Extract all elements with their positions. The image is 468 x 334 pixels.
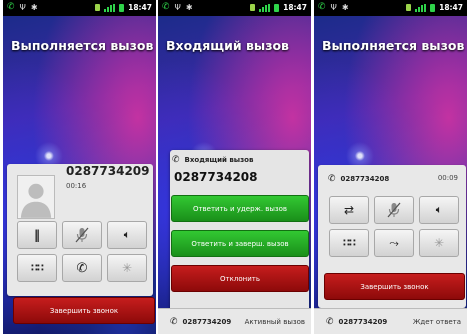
usb-icon: Ψ	[174, 2, 181, 12]
phone-screen-two-calls: ✆ Ψ ✱ 18:47 Выполняется вызов ✆ 02877342…	[314, 0, 467, 334]
bluetooth-icon: ✳︎	[433, 236, 445, 250]
contact-avatar	[17, 175, 55, 219]
mute-button[interactable]	[62, 221, 102, 249]
end-call-button[interactable]: Завершить звонок	[13, 297, 155, 324]
status-time: 18:47	[128, 3, 152, 12]
swap-icon: ⇄	[343, 203, 355, 217]
call-indicator-icon: ✆	[7, 2, 15, 12]
speaker-button[interactable]: 🔈︎	[107, 221, 147, 249]
active-call-status: Активный вызов	[244, 317, 305, 326]
dialpad-button[interactable]: ∷∷	[329, 229, 369, 257]
call-duration: 00:09	[437, 174, 458, 182]
debug-icon: ✱	[341, 2, 349, 12]
current-call-number: 0287734208	[340, 175, 390, 183]
sim-icon	[95, 4, 101, 11]
speaker-button[interactable]: 🔈︎	[419, 196, 459, 224]
call-indicator-icon: ✆	[318, 2, 326, 12]
call-state-title: Входящий вызов	[166, 38, 289, 53]
active-call-bar[interactable]: ✆ 0287734209 Активный вызов	[158, 308, 311, 334]
signal-icon	[104, 3, 116, 12]
in-call-controls: ⇄ 🔈︎ ∷∷ ⤳ ✳︎	[329, 196, 459, 257]
in-call-controls: ‖ 🔈︎ ∷∷ ✆︎ ✳︎	[17, 221, 147, 282]
answer-hold-button[interactable]: Ответить и удерж. вызов	[171, 195, 309, 222]
add-call-button[interactable]: ✆︎	[62, 254, 102, 282]
sim-icon	[406, 4, 412, 11]
phone-icon: ✆	[170, 316, 178, 327]
sim-icon	[250, 4, 256, 11]
mic-off-icon	[387, 202, 401, 218]
dialpad-button[interactable]: ∷∷	[17, 254, 57, 282]
debug-icon: ✱	[30, 2, 38, 12]
merge-button[interactable]: ⤳	[374, 229, 414, 257]
incoming-call-header: ✆ Входящий вызов	[172, 155, 253, 165]
phone-icon: ✆	[172, 155, 180, 165]
merge-icon: ⤳	[389, 235, 399, 250]
bluetooth-icon: ✳︎	[121, 261, 133, 275]
swap-button[interactable]: ⇄	[329, 196, 369, 224]
status-bar: ✆ Ψ ✱ 18:47	[3, 0, 156, 16]
battery-icon	[430, 3, 436, 12]
call-state-title: Выполняется вызов	[11, 38, 154, 53]
call-duration: 00:16	[66, 182, 87, 190]
bluetooth-button[interactable]: ✳︎	[107, 254, 147, 282]
usb-icon: Ψ	[19, 2, 26, 12]
person-silhouette-icon	[18, 176, 54, 218]
held-call-number: 0287734209	[338, 317, 388, 326]
status-bar: ✆ Ψ ✱ 18:47	[158, 0, 311, 16]
call-indicator-icon: ✆	[162, 2, 170, 12]
hold-button[interactable]: ‖	[17, 221, 57, 249]
call-state-title: Выполняется вызов	[322, 38, 465, 53]
held-call-bar[interactable]: ✆ 0287734209 Ждет ответа	[314, 308, 467, 334]
pause-icon: ‖	[34, 228, 40, 242]
phone-icon: ✆	[328, 174, 336, 184]
signal-icon	[415, 3, 427, 12]
active-call-number: 0287734209	[182, 317, 232, 326]
battery-icon	[119, 3, 125, 12]
phone-icon: ✆	[326, 316, 334, 327]
dialpad-icon: ∷∷	[31, 262, 44, 274]
status-bar: ✆ Ψ ✱ 18:47	[314, 0, 467, 16]
status-time: 18:47	[283, 3, 307, 12]
mute-button[interactable]	[374, 196, 414, 224]
bluetooth-button[interactable]: ✳︎	[419, 229, 459, 257]
incoming-number: 0287734208	[174, 170, 258, 184]
end-call-button[interactable]: Завершить звонок	[324, 273, 465, 300]
phone-screen-in-call: ✆ Ψ ✱ 18:47 Выполняется вызов 0287734209…	[3, 0, 156, 334]
decline-button[interactable]: Отклонить	[171, 265, 309, 292]
usb-icon: Ψ	[330, 2, 337, 12]
signal-icon	[259, 3, 271, 12]
dialpad-icon: ∷∷	[343, 237, 356, 249]
speaker-icon: 🔈︎	[435, 203, 443, 216]
current-call-row: ✆ 0287734208	[328, 174, 389, 184]
held-call-status: Ждет ответа	[412, 317, 461, 326]
phone-screen-incoming: ✆ Ψ ✱ 18:47 Входящий вызов ✆ Входящий вы…	[158, 0, 311, 334]
mic-off-icon	[75, 227, 89, 243]
battery-icon	[274, 3, 280, 12]
caller-number: 0287734209	[66, 164, 150, 178]
status-time: 18:47	[439, 3, 463, 12]
debug-icon: ✱	[185, 2, 193, 12]
add-call-icon: ✆︎	[76, 260, 88, 276]
incoming-call-label: Входящий вызов	[184, 156, 254, 164]
speaker-icon: 🔈︎	[123, 228, 131, 241]
answer-end-button[interactable]: Ответить и заверш. вызов	[171, 230, 309, 257]
